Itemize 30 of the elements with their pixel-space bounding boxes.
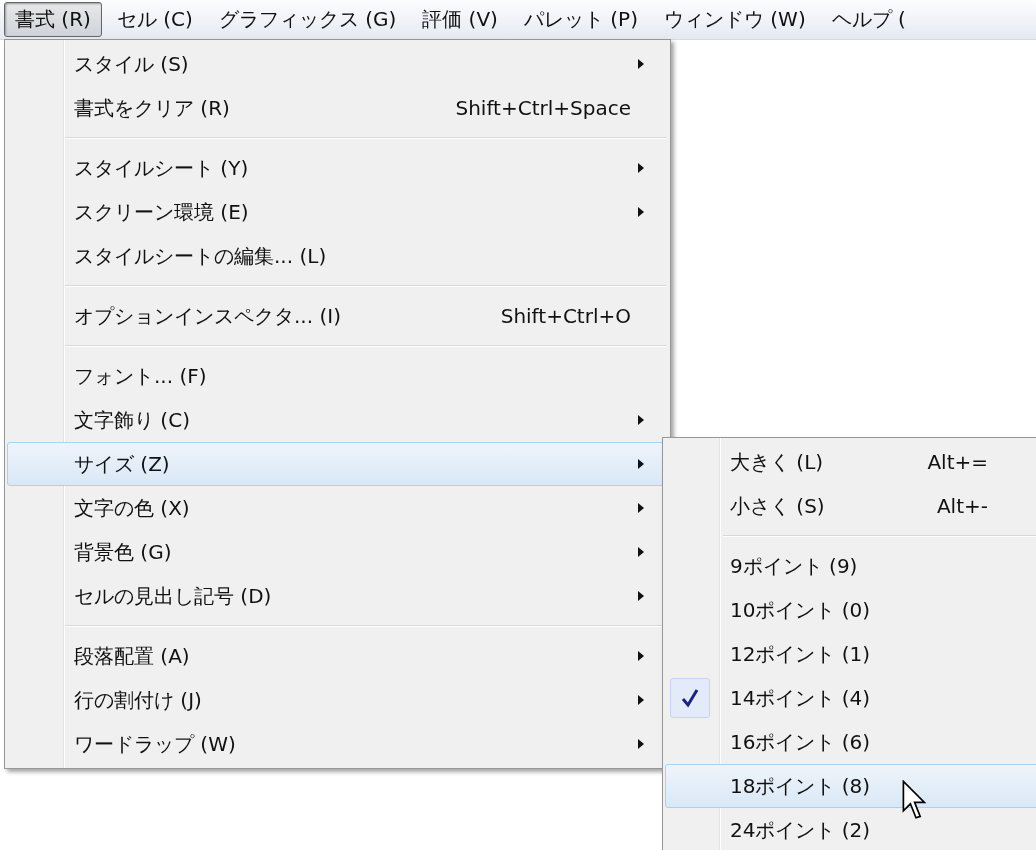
menu-item[interactable]: スタイルシート (Y) <box>7 146 668 190</box>
menu-item[interactable]: 文字飾り (C) <box>7 398 668 442</box>
menu-item[interactable]: スタイル (S) <box>7 42 668 86</box>
menu-item[interactable]: 小さく (S) Alt+- <box>665 484 1036 528</box>
menu-item[interactable]: スクリーン環境 (E) <box>7 190 668 234</box>
menu-item[interactable]: 14ポイント (4) <box>665 676 1036 720</box>
menu-item[interactable]: フォント... (F) <box>7 354 668 398</box>
menu-item[interactable]: セルの見出し記号 (D) <box>7 574 668 618</box>
menu-item[interactable]: 段落配置 (A) <box>7 634 668 678</box>
menu-item[interactable]: スタイルシートの編集... (L) <box>7 234 668 278</box>
menu-bar-item[interactable]: パレット (P) <box>512 2 649 37</box>
menu-item[interactable]: 行の割付け (J) <box>7 678 668 722</box>
menu-bar-item[interactable]: ウィンドウ (W) <box>652 2 817 37</box>
menu-item[interactable]: 10ポイント (0) <box>665 588 1036 632</box>
menu-item[interactable]: 9ポイント (9) <box>665 544 1036 588</box>
menu-item[interactable]: オプションインスペクタ... (I) Shift+Ctrl+O <box>7 294 668 338</box>
menu-bar-item[interactable]: セル (C) <box>105 2 204 37</box>
menu-bar-item[interactable]: 書式 (R) <box>4 2 102 37</box>
menu-bar-item[interactable]: 評価 (V) <box>411 2 509 37</box>
menu-item[interactable]: 大きく (L) Alt+= <box>665 440 1036 484</box>
menu-item[interactable]: 書式をクリア (R) Shift+Ctrl+Space <box>7 86 668 130</box>
menu-item[interactable]: 文字の色 (X) <box>7 486 668 530</box>
menu-item[interactable]: ワードラップ (W) <box>7 722 668 766</box>
menu-item[interactable]: 18ポイント (8) <box>665 764 1036 808</box>
menu-bar-item[interactable]: ヘルプ ( <box>820 2 917 37</box>
menu-item[interactable]: 12ポイント (1) <box>665 632 1036 676</box>
menu-item[interactable]: 背景色 (G) <box>7 530 668 574</box>
menu-item[interactable]: 24ポイント (2) <box>665 808 1036 850</box>
menu-bar-item[interactable]: グラフィックス (G) <box>207 2 408 37</box>
menu-item[interactable]: 16ポイント (6) <box>665 720 1036 764</box>
